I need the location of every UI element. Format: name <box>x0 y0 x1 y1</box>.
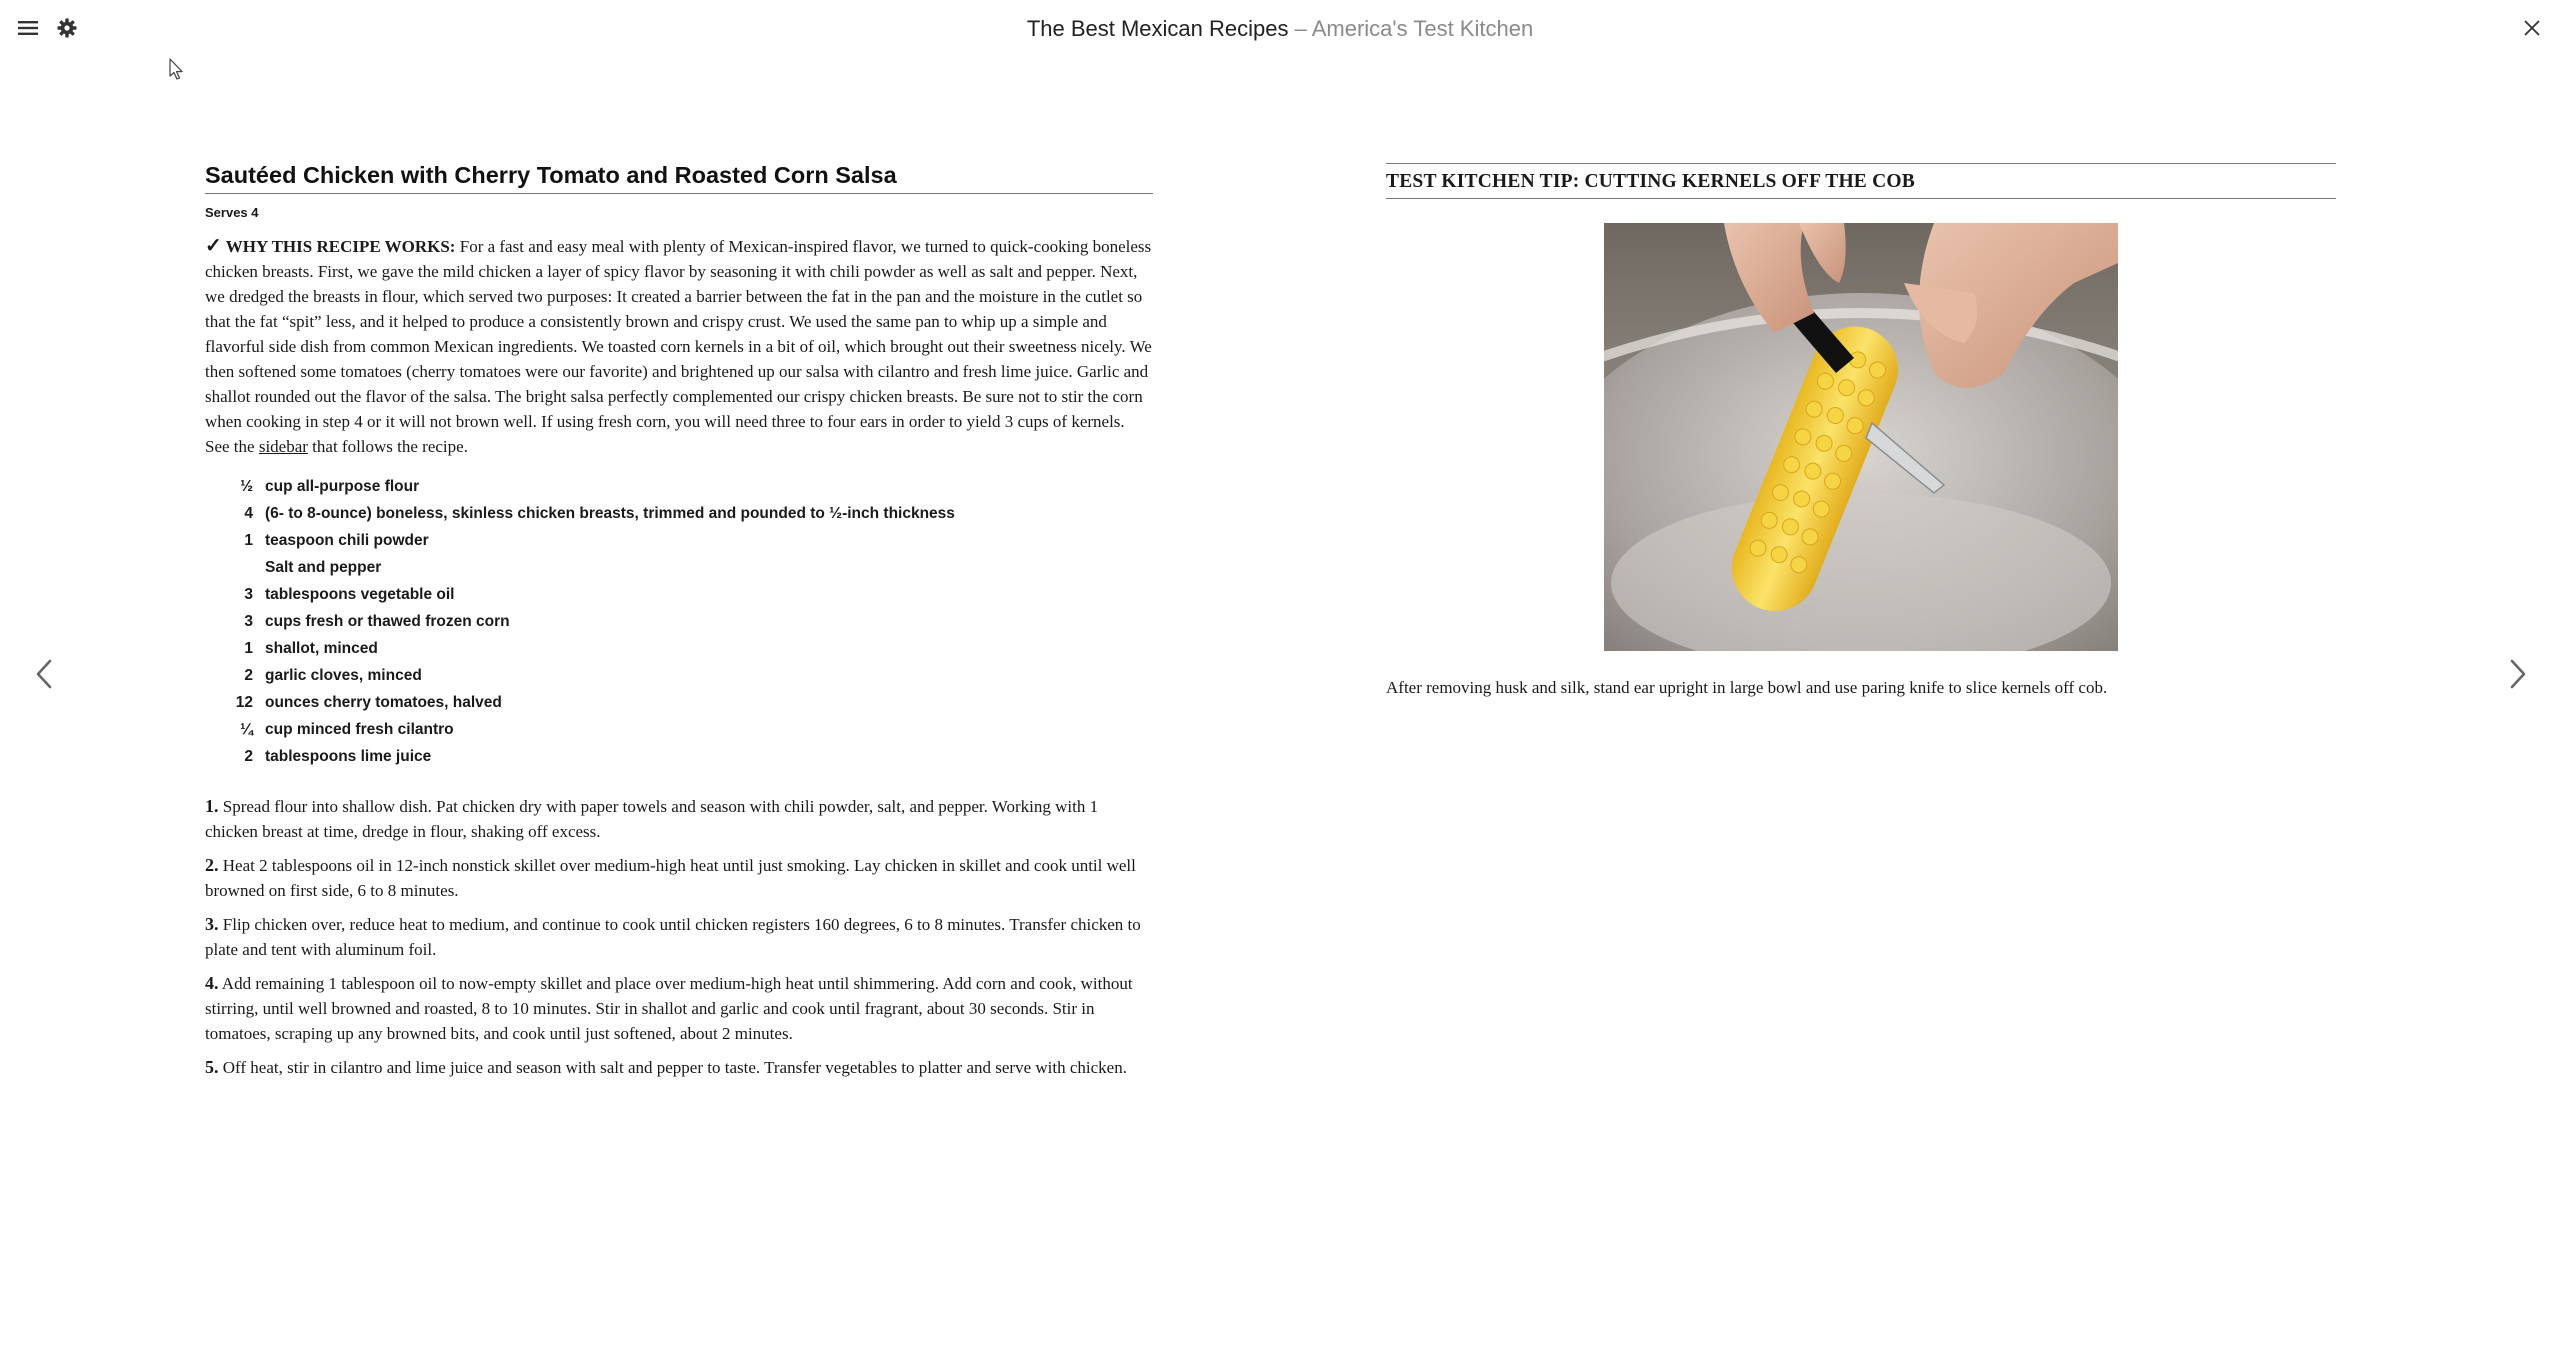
recipe-steps: 1. Spread flour into shallow dish. Pat c… <box>205 794 1153 1080</box>
recipe-step: 5. Off heat, stir in cilantro and lime j… <box>205 1055 1153 1080</box>
step-number: 3. <box>205 914 219 934</box>
book-title-text: The Best Mexican Recipes <box>1026 16 1289 41</box>
recipe-title: Sautéed Chicken with Cherry Tomato and R… <box>205 160 1153 194</box>
ingredient-qty: 3 <box>244 586 253 603</box>
ingredient-qty: 1 <box>244 640 253 657</box>
ingredient-qty: 1 <box>244 532 253 549</box>
ingredient-text: garlic cloves, minced <box>265 667 422 684</box>
title-separator: – <box>1288 16 1312 41</box>
ingredient-text: cups fresh or thawed frozen corn <box>265 613 510 630</box>
ingredient-text: cup all-purpose flour <box>265 478 420 495</box>
tip-title: TEST KITCHEN TIP: CUTTING KERNELS OFF TH… <box>1386 163 2336 199</box>
ingredient-text: teaspoon chili powder <box>265 532 429 549</box>
ingredient-qty: ½ <box>240 478 253 495</box>
mouse-cursor-icon <box>168 58 186 82</box>
ingredient-item: ¼ cup minced fresh cilantro <box>205 716 1153 743</box>
chevron-right-icon <box>2509 659 2527 694</box>
step-text: Flip chicken over, reduce heat to medium… <box>205 915 1141 959</box>
step-text: Off heat, stir in cilantro and lime juic… <box>218 1058 1127 1077</box>
ingredient-item: 3 cups fresh or thawed frozen corn <box>205 608 1153 635</box>
book-title: The Best Mexican Recipes – America's Tes… <box>0 14 2560 44</box>
ingredient-item: 1 shallot, minced <box>205 635 1153 662</box>
step-text: Spread flour into shallow dish. Pat chic… <box>205 797 1099 841</box>
next-page-button[interactable] <box>2498 656 2538 696</box>
recipe-page: Sautéed Chicken with Cherry Tomato and R… <box>205 160 1153 1089</box>
ingredient-item: 12 ounces cherry tomatoes, halved <box>205 689 1153 716</box>
previous-page-button[interactable] <box>24 656 64 696</box>
recipe-step: 2. Heat 2 tablespoons oil in 12-inch non… <box>205 853 1153 903</box>
ingredient-qty: 3 <box>244 613 253 630</box>
top-bar: The Best Mexican Recipes – America's Tes… <box>0 0 2560 60</box>
step-number: 2. <box>205 855 219 875</box>
recipe-step: 3. Flip chicken over, reduce heat to med… <box>205 912 1153 962</box>
recipe-serves: Serves 4 <box>205 205 259 220</box>
ingredient-item: ½ cup all-purpose flour <box>205 473 1153 500</box>
ingredient-text: Salt and pepper <box>265 559 382 576</box>
ingredient-text: tablespoons lime juice <box>265 748 432 765</box>
ingredient-qty: 12 <box>235 694 253 711</box>
tip-page: TEST KITCHEN TIP: CUTTING KERNELS OFF TH… <box>1386 163 2336 697</box>
ingredient-qty: 4 <box>244 505 253 522</box>
tip-caption: After removing husk and silk, stand ear … <box>1386 678 2108 697</box>
why-label: WHY THIS RECIPE WORKS: <box>225 237 456 256</box>
ingredient-item: Salt and pepper <box>205 554 1153 581</box>
ingredient-item: 4 (6- to 8-ounce) boneless, skinless chic… <box>205 500 1153 527</box>
step-number: 1. <box>205 796 219 816</box>
why-this-recipe-works: ✓ WHY THIS RECIPE WORKS: For a fast and e… <box>205 234 1153 459</box>
why-tail: that follows the recipe. <box>307 437 468 456</box>
recipe-step: 1. Spread flour into shallow dish. Pat c… <box>205 794 1153 844</box>
ingredient-text: shallot, minced <box>265 640 378 657</box>
why-text: For a fast and easy meal with plenty of … <box>205 237 1152 456</box>
corn-cutting-photo <box>1604 223 2118 651</box>
ingredient-qty: 2 <box>244 667 253 684</box>
ingredient-qty <box>205 554 265 581</box>
ingredient-qty: ¼ <box>240 721 253 738</box>
sidebar-link[interactable]: sidebar <box>259 437 308 456</box>
step-number: 4. <box>205 973 219 993</box>
recipe-step: 4. Add remaining 1 tablespoon oil to now… <box>205 971 1153 1046</box>
ingredient-item: 2 tablespoons lime juice <box>205 743 1153 770</box>
ingredient-text: ounces cherry tomatoes, halved <box>265 694 502 711</box>
step-text: Add remaining 1 tablespoon oil to now-em… <box>205 974 1133 1043</box>
step-number: 5. <box>205 1057 219 1077</box>
ingredient-text: cup minced fresh cilantro <box>265 721 454 738</box>
ingredient-qty: 2 <box>244 748 253 765</box>
ingredient-text: tablespoons vegetable oil <box>265 586 455 603</box>
ingredient-item: 1 teaspoon chili powder <box>205 527 1153 554</box>
ingredient-item: 3 tablespoons vegetable oil <box>205 581 1153 608</box>
chevron-left-icon <box>35 659 53 694</box>
publisher-name: America's Test Kitchen <box>1311 16 1534 41</box>
ingredient-list: ½ cup all-purpose flour 4 (6- to 8-ounce) … <box>205 473 1153 770</box>
checkmark-icon: ✓ <box>205 235 222 257</box>
ingredient-text: (6- to 8-ounce) boneless, skinless chick… <box>265 505 955 522</box>
close-icon[interactable] <box>2516 12 2548 44</box>
step-text: Heat 2 tablespoons oil in 12-inch nonsti… <box>205 856 1136 900</box>
ingredient-item: 2 garlic cloves, minced <box>205 662 1153 689</box>
